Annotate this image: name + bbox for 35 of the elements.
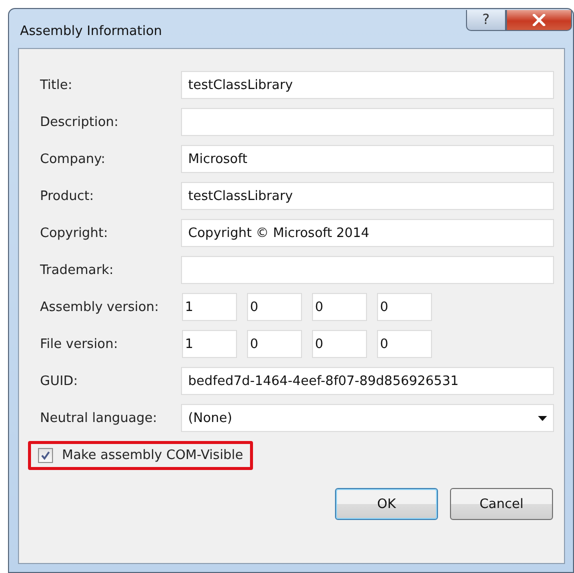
- field-label: Company:: [40, 152, 106, 166]
- field-label: Copyright:: [40, 226, 109, 240]
- field-label: Description:: [40, 114, 120, 130]
- field-label: Title:: [40, 78, 74, 92]
- text-field[interactable]: [181, 256, 554, 284]
- text-field[interactable]: bedfed7d-1464-4eef-8f07-89d856926531: [181, 367, 554, 395]
- version-field[interactable]: 0: [377, 293, 432, 321]
- ok-button[interactable]: OK: [335, 488, 438, 520]
- field-label: Product:: [40, 188, 95, 204]
- field-label: Trademark:: [40, 262, 114, 278]
- version-field[interactable]: 0: [312, 330, 367, 358]
- version-field[interactable]: 0: [247, 293, 302, 321]
- language-dropdown[interactable]: (None): [181, 404, 554, 432]
- version-field[interactable]: 0: [247, 330, 302, 358]
- text-field[interactable]: testClassLibrary: [181, 182, 554, 210]
- version-field[interactable]: 1: [182, 293, 237, 321]
- dropdown-arrow-icon: [538, 416, 547, 420]
- field-label: File version:: [40, 336, 119, 352]
- help-button[interactable]: ?: [466, 10, 506, 31]
- field-label: GUID:: [40, 374, 79, 388]
- field-label: Neutral language:: [40, 410, 158, 426]
- close-icon: [532, 14, 546, 26]
- field-label: Assembly version:: [40, 300, 160, 314]
- checkbox[interactable]: [38, 448, 53, 463]
- version-field[interactable]: 0: [377, 330, 432, 358]
- version-field[interactable]: 0: [312, 293, 367, 321]
- close-button[interactable]: [506, 10, 572, 31]
- com-visible-checkbox[interactable]: Make assembly COM-Visible: [28, 441, 254, 470]
- text-field[interactable]: testClassLibrary: [181, 71, 554, 99]
- text-field[interactable]: Microsoft: [181, 145, 554, 173]
- cancel-button[interactable]: Cancel: [450, 488, 553, 520]
- text-field[interactable]: Copyright © Microsoft 2014: [181, 219, 554, 247]
- window-title: Assembly Information: [20, 24, 162, 39]
- version-field[interactable]: 1: [182, 330, 237, 358]
- text-field[interactable]: [181, 108, 554, 136]
